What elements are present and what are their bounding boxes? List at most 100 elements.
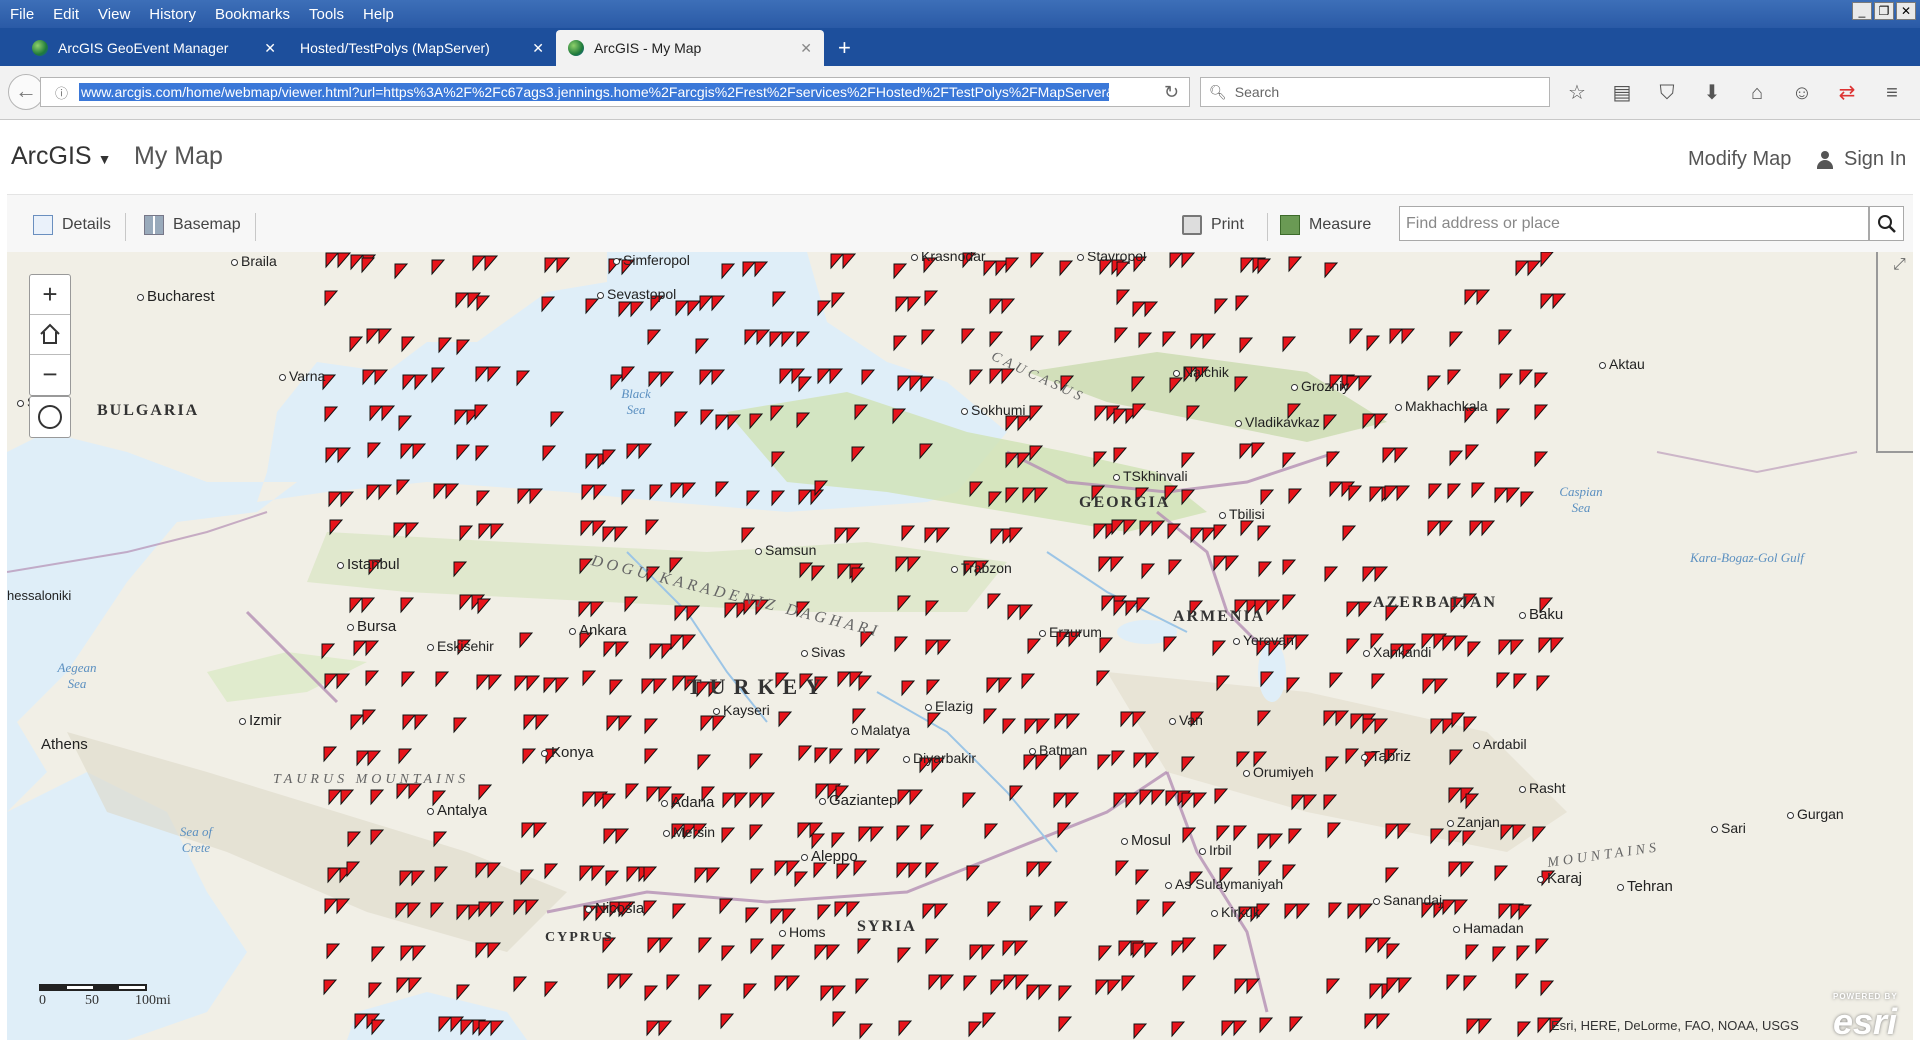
map-label: Stavropol: [1077, 252, 1146, 264]
locate-button[interactable]: [29, 396, 71, 438]
tab-my-map[interactable]: ArcGIS - My Map ✕: [556, 30, 824, 66]
map-label: Mosul: [1121, 832, 1171, 849]
zoom-out-button[interactable]: −: [30, 355, 70, 395]
map-view[interactable]: Braila Bucharest Varna BULGARIA Sofia Si…: [7, 252, 1913, 1040]
scale-bar: 0 50 100mi: [39, 984, 199, 1009]
zoom-controls: + −: [29, 274, 71, 396]
info-icon[interactable]: ⓘ: [55, 83, 77, 102]
map-label: Sari: [1711, 820, 1746, 836]
window-controls: _ ❐ ✕: [1852, 2, 1916, 20]
zoom-in-button[interactable]: +: [30, 275, 70, 315]
map-label: Tbilisi: [1219, 506, 1265, 522]
details-icon: [33, 215, 53, 235]
map-label: Makhachkala: [1395, 398, 1488, 414]
browser-search-input[interactable]: 🔍︎ Search: [1200, 77, 1550, 107]
map-label: Tehran: [1617, 878, 1673, 895]
map-label: Gurgan: [1787, 806, 1844, 822]
sync-icon[interactable]: ⇄: [1832, 78, 1862, 108]
tab-geoevent[interactable]: ArcGIS GeoEvent Manager ✕: [20, 30, 288, 66]
menu-history[interactable]: History: [139, 6, 205, 23]
menu-help[interactable]: Help: [353, 6, 403, 23]
map-label: Aleppo: [801, 848, 858, 865]
map-label: Erzurum: [1039, 624, 1102, 640]
map-label: Aktau: [1599, 356, 1645, 372]
menu-tools[interactable]: Tools: [299, 6, 353, 23]
map-label: Istanbul: [337, 556, 400, 573]
map-label: Bucharest: [137, 288, 215, 305]
map-toolbar: Details Basemap Print Measure Find addre…: [7, 194, 1913, 252]
scale-zero: 0: [39, 993, 46, 1008]
map-label: TAURUS MOUNTAINS: [273, 772, 470, 787]
url-text[interactable]: www.arcgis.com/home/webmap/viewer.html?u…: [79, 83, 1109, 101]
map-label: SYRIA: [857, 918, 917, 935]
globe-icon: [32, 40, 48, 56]
close-window-icon[interactable]: ✕: [1896, 2, 1916, 20]
download-icon[interactable]: ⬇: [1697, 78, 1727, 108]
menu-view[interactable]: View: [88, 6, 139, 23]
nav-bar: ← ⓘ www.arcgis.com/home/webmap/viewer.ht…: [0, 66, 1920, 120]
sign-in-link[interactable]: Sign In: [1817, 148, 1906, 171]
home-icon[interactable]: ⌂: [1742, 78, 1772, 108]
expand-icon[interactable]: ⤢: [1893, 256, 1906, 274]
page-title: My Map: [134, 142, 223, 170]
find-placeholder: Find address or place: [1406, 214, 1560, 232]
basemap-label: Basemap: [173, 216, 241, 233]
menu-file[interactable]: File: [0, 6, 43, 23]
app-header: [0, 120, 1920, 194]
map-label: Sivas: [801, 644, 845, 660]
emoji-icon[interactable]: ☺: [1787, 78, 1817, 108]
map-label: Antalya: [427, 802, 487, 819]
close-tab-icon[interactable]: ✕: [800, 40, 812, 57]
tab-testpolys[interactable]: Hosted/TestPolys (MapServer) ✕: [288, 30, 556, 66]
map-label: Nicosia: [585, 900, 644, 917]
reload-icon[interactable]: ↻: [1164, 82, 1179, 103]
map-label: hessaloniki: [7, 588, 72, 603]
details-button[interactable]: Details: [33, 215, 111, 235]
map-label: Eskisehir: [427, 638, 494, 654]
map-label: Black Sea: [621, 386, 651, 417]
details-label: Details: [62, 216, 111, 233]
reader-icon[interactable]: ▤: [1607, 78, 1637, 108]
new-tab-button[interactable]: +: [824, 30, 851, 66]
map-label: AZERBAIJAN: [1373, 594, 1498, 611]
tab-label: ArcGIS - My Map: [594, 40, 702, 56]
map-label: Krasnodar: [911, 252, 986, 264]
menu-icon[interactable]: ≡: [1877, 78, 1907, 108]
esri-logo[interactable]: POWERED BY esri: [1833, 992, 1898, 1040]
map-label: ARMENIA: [1173, 608, 1266, 625]
close-tab-icon[interactable]: ✕: [532, 40, 544, 57]
measure-icon: [1280, 215, 1300, 235]
print-icon: [1182, 215, 1202, 235]
basemap-button[interactable]: Basemap: [144, 215, 241, 235]
print-label: Print: [1211, 216, 1244, 233]
map-label: Adana: [661, 794, 714, 811]
scale-mid: 50: [85, 993, 99, 1008]
restore-icon[interactable]: ❐: [1874, 2, 1894, 20]
find-search-button[interactable]: [1869, 206, 1904, 241]
menu-bookmarks[interactable]: Bookmarks: [205, 6, 299, 23]
print-button[interactable]: Print: [1182, 215, 1244, 235]
basemap-icon: [144, 215, 164, 235]
map-label: Vladikavkaz: [1235, 414, 1320, 430]
close-tab-icon[interactable]: ✕: [264, 40, 276, 57]
pocket-icon[interactable]: ⛉: [1652, 78, 1682, 108]
tab-label: ArcGIS GeoEvent Manager: [58, 40, 229, 56]
back-button[interactable]: ←: [8, 74, 44, 110]
map-label: Yerevan: [1233, 632, 1294, 648]
scale-end: 100mi: [135, 993, 171, 1008]
map-label: Nalchik: [1173, 364, 1229, 380]
modify-map-link[interactable]: Modify Map: [1688, 148, 1791, 171]
divider: [255, 213, 256, 241]
minimize-icon[interactable]: _: [1852, 2, 1872, 20]
menu-edit[interactable]: Edit: [43, 6, 88, 23]
map-label: Baku: [1519, 606, 1563, 623]
arcgis-brand-menu[interactable]: ArcGIS ▼: [11, 142, 111, 171]
url-bar[interactable]: ⓘ www.arcgis.com/home/webmap/viewer.html…: [40, 77, 1190, 107]
measure-button[interactable]: Measure: [1280, 215, 1371, 235]
map-label: Sanandaj: [1373, 892, 1442, 908]
find-address-input[interactable]: Find address or place: [1399, 206, 1869, 241]
map-label: Tabriz: [1361, 748, 1411, 765]
map-label: Bursa: [347, 618, 396, 635]
home-extent-button[interactable]: [30, 315, 70, 355]
star-icon[interactable]: ☆: [1562, 78, 1592, 108]
